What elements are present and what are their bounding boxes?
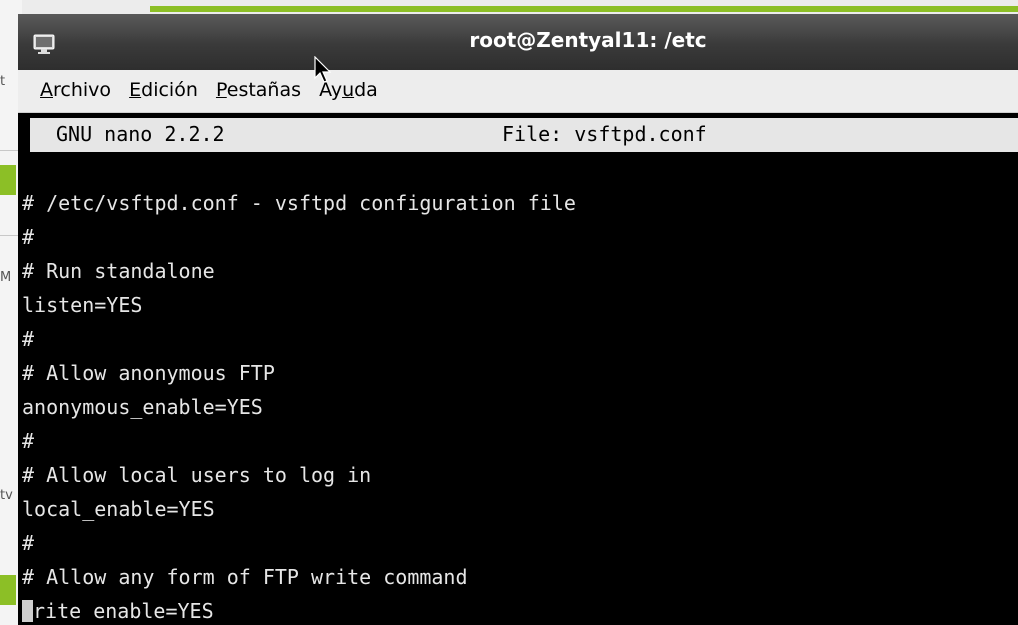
terminal-window: root@Zentyal11: /etc Archivo Edición Pes…: [18, 14, 1018, 625]
menu-bar: Archivo Edición Pestañas Ayuda: [18, 70, 1018, 113]
nano-header: GNU nano 2.2.2 File: vsftpd.conf: [30, 118, 1018, 152]
config-line[interactable]: # Allow any form of FTP write command: [22, 560, 1012, 594]
config-line[interactable]: # /etc/vsftpd.conf - vsftpd configuratio…: [22, 186, 1012, 220]
config-line[interactable]: #: [22, 322, 1012, 356]
background-divider: [0, 235, 20, 236]
config-line[interactable]: # Run standalone: [22, 254, 1012, 288]
config-line[interactable]: # Allow anonymous FTP: [22, 356, 1012, 390]
menu-pestanas[interactable]: Pestañas: [216, 79, 301, 101]
window-title: root@Zentyal11: /etc: [469, 28, 707, 52]
config-line[interactable]: listen=YES: [22, 288, 1012, 322]
background-text: M: [0, 270, 12, 285]
config-line[interactable]: #: [22, 526, 1012, 560]
config-line[interactable]: #: [22, 220, 1012, 254]
nano-filename: File: vsftpd.conf: [502, 122, 707, 146]
menu-archivo[interactable]: Archivo: [40, 79, 111, 101]
background-divider: [0, 150, 20, 151]
background-green-block: [0, 575, 16, 605]
background-text: t: [0, 74, 6, 89]
config-line[interactable]: #: [22, 424, 1012, 458]
config-line[interactable]: anonymous_enable=YES: [22, 390, 1012, 424]
text-cursor: [22, 600, 33, 622]
background-green-bar: [150, 6, 1018, 12]
mouse-pointer-icon: [314, 56, 332, 83]
editor-area[interactable]: # /etc/vsftpd.conf - vsftpd configuratio…: [22, 186, 1012, 625]
config-line-current[interactable]: rite enable=YES: [22, 594, 1012, 625]
background-green-block: [0, 165, 16, 195]
background-text: tv: [0, 488, 13, 503]
menu-edicion[interactable]: Edición: [129, 79, 198, 101]
nano-version: GNU nano 2.2.2: [56, 122, 225, 146]
config-line[interactable]: # Allow local users to log in: [22, 458, 1012, 492]
title-bar[interactable]: root@Zentyal11: /etc: [18, 14, 1018, 70]
config-line[interactable]: local_enable=YES: [22, 492, 1012, 526]
